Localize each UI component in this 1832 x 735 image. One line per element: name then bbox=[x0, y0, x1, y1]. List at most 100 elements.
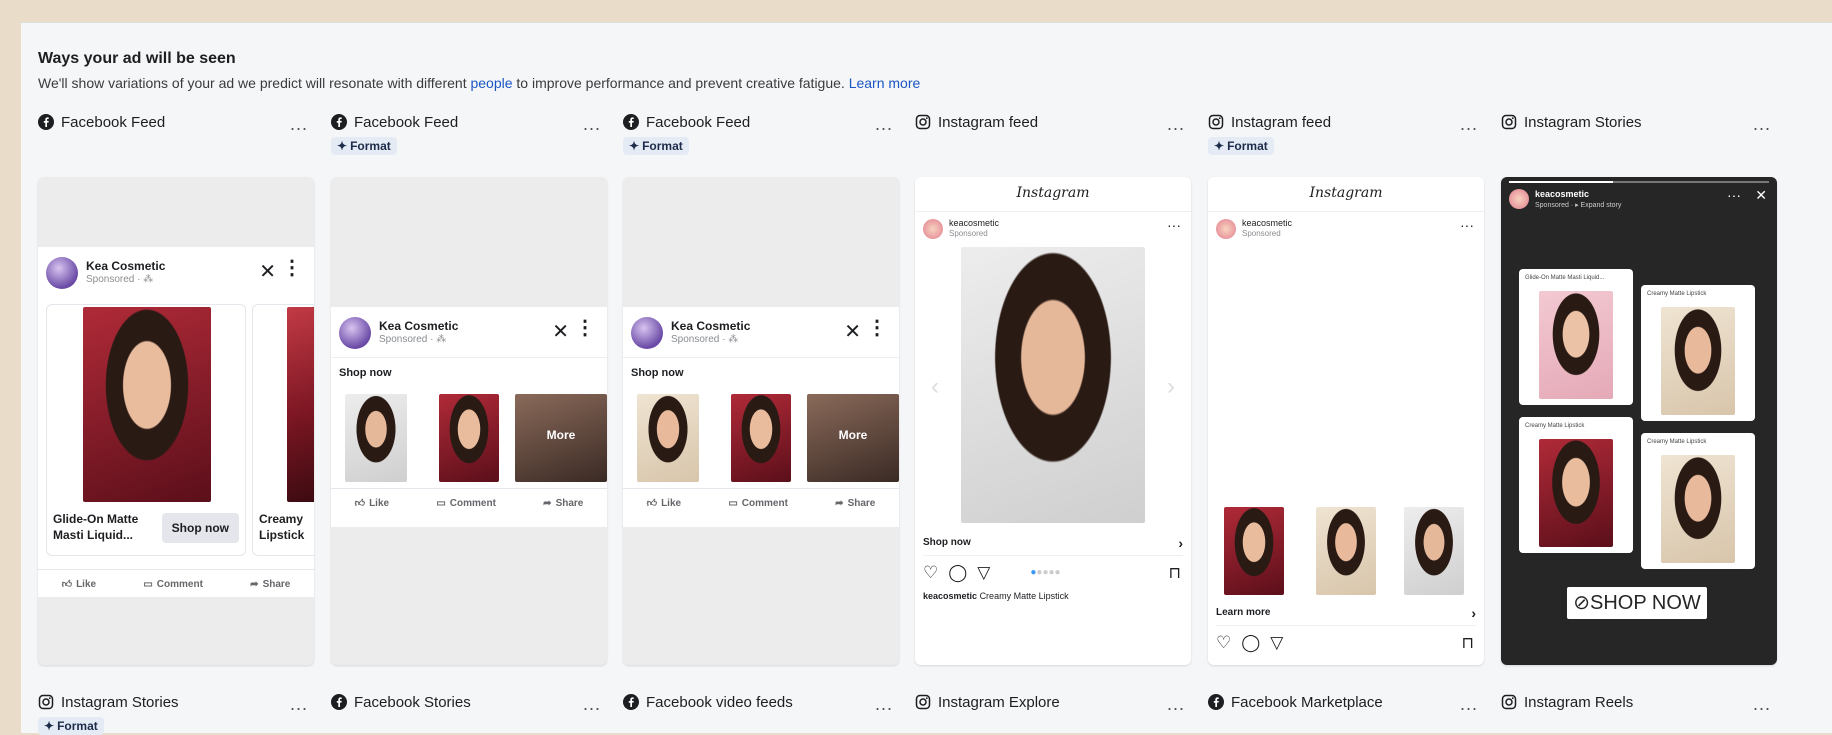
vertical-dots-icon[interactable]: ⋮ bbox=[867, 318, 887, 338]
story-product-card[interactable]: Creamy Matte Lipstick bbox=[1641, 433, 1755, 569]
more-options-button[interactable]: ... bbox=[284, 691, 314, 717]
shop-now-label[interactable]: Shop now bbox=[623, 357, 899, 388]
account-name: keacosmetic bbox=[949, 218, 1000, 228]
reactions-bar: 👍︎ Like ▭ Comment ➦ Share bbox=[331, 488, 607, 517]
share-button[interactable]: ➦ Share bbox=[835, 498, 875, 509]
close-icon[interactable]: ✕ bbox=[259, 259, 276, 284]
like-button[interactable]: 👍︎ Like bbox=[62, 578, 96, 591]
more-options-button[interactable]: ... bbox=[1161, 691, 1191, 717]
product-thumbnail[interactable] bbox=[439, 394, 499, 482]
vertical-dots-icon[interactable]: ⋮ bbox=[575, 318, 595, 338]
post-image bbox=[961, 247, 1145, 523]
like-button[interactable]: 👍︎ Like bbox=[354, 497, 389, 510]
more-options-button[interactable]: ... bbox=[1747, 111, 1777, 137]
more-icon[interactable]: ··· bbox=[1167, 217, 1181, 233]
facebook-post: Kea Cosmetic Sponsored · ⁂ ✕ ⋮ Shop now … bbox=[623, 307, 899, 527]
more-options-button[interactable]: ... bbox=[1454, 111, 1484, 137]
more-icon[interactable]: ··· bbox=[1460, 217, 1474, 233]
story-product-card[interactable]: Creamy Matte Lipstick bbox=[1641, 285, 1755, 421]
facebook-icon bbox=[623, 114, 639, 130]
avatar bbox=[1216, 219, 1236, 239]
thumbs-up-icon: 👍︎ bbox=[354, 498, 366, 509]
carousel-card-2[interactable]: Creamy Lipstick bbox=[252, 304, 314, 556]
story-product-card[interactable]: Glide-On Matte Masti Liquid... bbox=[1519, 269, 1633, 405]
placement-header: Facebook Feed bbox=[38, 111, 165, 133]
product-thumbnail[interactable] bbox=[1316, 507, 1376, 595]
more-options-button[interactable]: ... bbox=[1161, 111, 1191, 137]
comment-button[interactable]: ▭ Comment bbox=[436, 498, 496, 509]
ad-preview-card: keacosmetic Sponsored · ▸ Expand story ·… bbox=[1501, 177, 1777, 665]
people-link[interactable]: people bbox=[470, 75, 512, 91]
comment-button[interactable]: ▭ Comment bbox=[728, 498, 788, 509]
learn-more-row[interactable]: Learn more › bbox=[1216, 605, 1476, 621]
close-icon[interactable]: ✕ bbox=[552, 319, 569, 344]
share-button[interactable]: ➦ Share bbox=[250, 579, 290, 590]
send-icon[interactable]: ▽ bbox=[1270, 633, 1283, 653]
sponsored-label: Sponsored bbox=[949, 229, 988, 238]
placement-facebook-stories: Facebook Stories ... bbox=[331, 691, 607, 733]
more-thumbnail[interactable]: More bbox=[807, 394, 899, 482]
product-thumbnail[interactable] bbox=[1224, 507, 1284, 595]
placement-instagram-stories: Instagram Stories ... keacosmetic Sponso… bbox=[1501, 111, 1777, 681]
more-options-button[interactable]: ... bbox=[577, 111, 607, 137]
product-image bbox=[287, 307, 314, 502]
shop-now-label[interactable]: Shop now bbox=[331, 357, 607, 388]
more-options-button[interactable]: ... bbox=[869, 691, 899, 717]
placement-facebook-marketplace: Facebook Marketplace ... bbox=[1208, 691, 1484, 733]
post-header: keacosmetic Sponsored ··· bbox=[915, 211, 1191, 242]
sparkle-icon: ✦ bbox=[44, 719, 55, 733]
shop-now-button[interactable]: ⊘SHOP NOW bbox=[1567, 587, 1707, 619]
comment-button[interactable]: ▭ Comment bbox=[143, 579, 203, 590]
placement-facebook-video-feeds: Facebook video feeds ... bbox=[623, 691, 899, 733]
format-badge: ✦ Format bbox=[331, 137, 397, 155]
instagram-icon bbox=[1501, 694, 1517, 710]
send-icon[interactable]: ▽ bbox=[977, 563, 990, 583]
carousel-prev-icon[interactable]: ‹ bbox=[931, 373, 939, 401]
close-icon[interactable]: ✕ bbox=[1755, 187, 1767, 204]
product-thumbnail[interactable] bbox=[1404, 507, 1464, 595]
instagram-logo: Instagram bbox=[1309, 185, 1383, 201]
format-badge: ✦ Format bbox=[623, 137, 689, 155]
shop-now-row[interactable]: Shop now › bbox=[923, 535, 1183, 551]
product-thumbnail[interactable] bbox=[637, 394, 699, 482]
more-options-button[interactable]: ... bbox=[1747, 691, 1777, 717]
like-button[interactable]: 👍︎ Like bbox=[647, 497, 681, 510]
share-icon: ➦ bbox=[835, 497, 844, 509]
placement-instagram-feed-1: Instagram feed ... Instagram keacosmetic… bbox=[915, 111, 1191, 681]
product-thumbnail[interactable] bbox=[345, 394, 407, 482]
more-options-button[interactable]: ... bbox=[869, 111, 899, 137]
section-title: Ways your ad will be seen bbox=[38, 50, 236, 67]
bookmark-icon[interactable]: ⊓ bbox=[1169, 563, 1181, 583]
sponsored-label: Sponsored · ▸ Expand story bbox=[1535, 202, 1622, 209]
learn-more-link[interactable]: Learn more bbox=[849, 75, 921, 91]
instagram-icon bbox=[915, 694, 931, 710]
close-icon[interactable]: ✕ bbox=[844, 319, 861, 344]
facebook-icon bbox=[1208, 694, 1224, 710]
heart-icon[interactable]: ♡ bbox=[1216, 633, 1231, 653]
comment-icon: ▭ bbox=[728, 497, 738, 509]
more-thumbnail[interactable]: More bbox=[515, 394, 607, 482]
bookmark-icon[interactable]: ⊓ bbox=[1462, 633, 1474, 653]
more-options-button[interactable]: ... bbox=[284, 111, 314, 137]
story-progress bbox=[1509, 181, 1769, 183]
placement-header: Instagram Reels bbox=[1501, 691, 1633, 713]
share-button[interactable]: ➦ Share bbox=[543, 498, 583, 509]
vertical-dots-icon[interactable]: ⋮ bbox=[282, 258, 302, 278]
account-name: Kea Cosmetic bbox=[379, 319, 459, 333]
product-thumbnail[interactable] bbox=[731, 394, 791, 482]
more-options-button[interactable]: ... bbox=[577, 691, 607, 717]
comment-icon[interactable]: ◯ bbox=[948, 563, 967, 583]
placement-header: Facebook Feed bbox=[623, 111, 750, 133]
shop-now-button[interactable]: Shop now bbox=[161, 513, 239, 543]
story-product-card[interactable]: Creamy Matte Lipstick bbox=[1519, 417, 1633, 553]
post-actions: ♡ ◯ ▽ ●●●●● bbox=[923, 563, 1061, 583]
post-header: keacosmetic Sponsored ··· bbox=[1208, 211, 1484, 242]
sparkle-icon: ✦ bbox=[337, 139, 348, 153]
heart-icon[interactable]: ♡ bbox=[923, 563, 938, 583]
more-icon[interactable]: ··· bbox=[1727, 187, 1741, 203]
comment-icon[interactable]: ◯ bbox=[1241, 633, 1260, 653]
chevron-right-icon: › bbox=[1471, 605, 1476, 621]
more-options-button[interactable]: ... bbox=[1454, 691, 1484, 717]
carousel-next-icon[interactable]: › bbox=[1167, 373, 1175, 401]
carousel-card-1[interactable]: Glide-On Matte Masti Liquid... Shop now bbox=[46, 304, 246, 556]
